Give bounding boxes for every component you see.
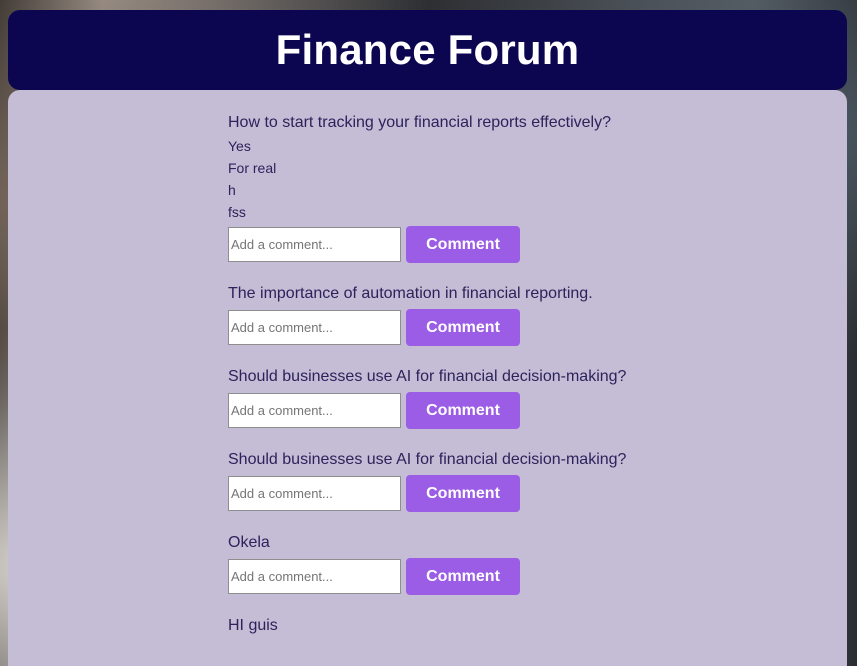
comment-input[interactable]: [228, 393, 401, 428]
post-item: Okela Comment: [228, 532, 688, 595]
post-title: Okela: [228, 534, 270, 551]
post-title: HI guis: [228, 617, 278, 634]
comment-text: h: [228, 182, 236, 198]
comment-button[interactable]: Comment: [406, 475, 520, 512]
post-item: HI guis: [228, 615, 688, 635]
comment-button[interactable]: Comment: [406, 226, 520, 263]
post-item: How to start tracking your financial rep…: [228, 112, 688, 263]
comment-text: fss: [228, 204, 246, 220]
comment-button[interactable]: Comment: [406, 392, 520, 429]
comment-input[interactable]: [228, 227, 401, 262]
comment-form: Comment: [228, 226, 688, 263]
forum-header: Finance Forum: [8, 10, 847, 90]
post-item: Should businesses use AI for financial d…: [228, 449, 688, 512]
post-item: The importance of automation in financia…: [228, 283, 688, 346]
comment-form: Comment: [228, 558, 688, 595]
comment-text: For real: [228, 160, 277, 176]
comment-text: Yes: [228, 138, 251, 154]
post-title: Should businesses use AI for financial d…: [228, 368, 627, 385]
post-item: Should businesses use AI for financial d…: [228, 366, 688, 429]
comment-form: Comment: [228, 475, 688, 512]
post-list: How to start tracking your financial rep…: [228, 112, 688, 655]
comment-input[interactable]: [228, 559, 401, 594]
post-title: Should businesses use AI for financial d…: [228, 451, 627, 468]
comment-input[interactable]: [228, 310, 401, 345]
comment-input[interactable]: [228, 476, 401, 511]
comment-form: Comment: [228, 392, 688, 429]
comment-form: Comment: [228, 309, 688, 346]
page-title: Finance Forum: [275, 26, 580, 73]
post-title: How to start tracking your financial rep…: [228, 114, 611, 131]
post-title: The importance of automation in financia…: [228, 285, 593, 302]
comment-button[interactable]: Comment: [406, 558, 520, 595]
comment-button[interactable]: Comment: [406, 309, 520, 346]
